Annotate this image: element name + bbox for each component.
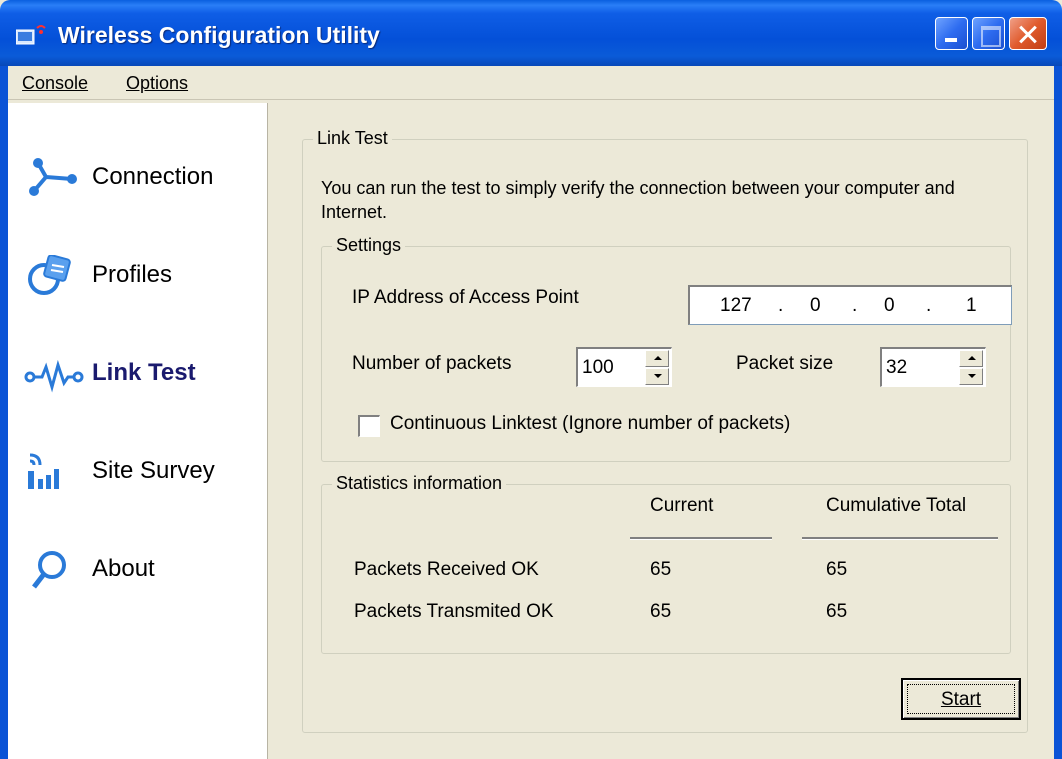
col-current-header: Current [650,495,714,516]
close-button[interactable] [1009,17,1047,50]
sidebar-item-label: Link Test [92,359,196,386]
menu-options[interactable]: Options [126,73,188,94]
start-button[interactable]: Start [901,678,1021,720]
window-title: Wireless Configuration Utility [58,22,380,48]
stats-row-current: 65 [650,601,672,622]
connection-icon [29,158,77,196]
packet-size-label: Packet size [736,353,834,374]
maximize-button[interactable] [972,17,1005,50]
col-current-rule [630,537,772,540]
packet-size-down-button[interactable] [959,368,983,385]
continuous-linktest-label[interactable]: Continuous Linktest (Ignore number of pa… [390,413,790,435]
sidebar-item-connection[interactable]: Connection [8,145,268,205]
settings-group-title: Settings [332,235,406,256]
title-bar[interactable]: Wireless Configuration Utility [0,0,1062,66]
sidebar-item-about[interactable]: About [8,537,268,597]
main-panel: Link Test You can run the test to simply… [270,103,1054,759]
menu-console[interactable]: Console [22,73,88,94]
menu-bar: Console Options [8,66,1054,100]
stats-row-total: 65 [826,559,848,580]
packets-up-button[interactable] [645,350,669,367]
ip-dot: . [926,295,932,316]
ip-address-field[interactable]: 127 . 0 . 0 . 1 [688,285,1012,325]
col-total-rule [802,537,998,540]
link-test-icon [24,359,84,393]
ip-octet-4: 1 [966,295,977,316]
menu-console-label: Console [22,73,89,93]
packet-size-stepper[interactable]: 32 [880,347,986,387]
minimize-button[interactable] [935,17,968,50]
packet-size-up-button[interactable] [959,350,983,367]
sidebar-item-label: Connection [92,163,214,190]
window-frame-left [0,66,8,759]
packet-size-value: 32 [886,357,908,378]
settings-group: Settings IP Address of Access Point 127 … [321,235,1012,462]
link-test-description: You can run the test to simply verify th… [321,178,955,222]
packets-value: 100 [582,357,614,378]
packets-spin-buttons [645,350,669,385]
sidebar-item-label: Site Survey [92,457,215,484]
menu-options-label: Options [126,73,189,93]
link-test-group-title: Link Test [313,128,392,149]
stats-row-total: 65 [826,601,848,622]
wireless-app-icon [16,25,46,45]
sidebar-item-link-test[interactable]: Link Test [8,341,268,401]
stats-row-label: Packets Transmited OK [354,601,554,622]
col-total-header: Cumulative Total [826,495,967,516]
ip-octet-2: 0 [810,295,821,316]
link-test-group: Link Test You can run the test to simply… [302,128,1028,733]
packets-label: Number of packets [352,353,512,374]
profiles-icon [28,255,71,295]
ip-dot: . [778,295,784,316]
statistics-group-title: Statistics information [332,473,507,494]
packets-stepper[interactable]: 100 [576,347,672,387]
window-frame-right [1054,66,1062,759]
ip-address-label: IP Address of Access Point [352,287,579,308]
sidebar-item-profiles[interactable]: Profiles [8,243,268,303]
start-button-label: Start [940,689,982,710]
sidebar-item-site-survey[interactable]: Site Survey [8,439,268,499]
sidebar: Connection Profiles Link Test Site Surve… [8,103,268,759]
ip-octet-3: 0 [884,295,895,316]
stats-row-label: Packets Received OK [354,559,539,580]
packet-size-spin-buttons [959,350,983,385]
statistics-group: Statistics information Current Cumulativ… [321,473,1011,654]
continuous-linktest-checkbox[interactable] [358,415,380,437]
site-survey-icon [28,453,59,489]
about-icon [32,551,66,589]
sidebar-item-label: Profiles [92,261,173,288]
packets-down-button[interactable] [645,368,669,385]
ip-dot: . [852,295,858,316]
stats-row-current: 65 [650,559,672,580]
sidebar-item-label: About [92,555,155,582]
ip-octet-1: 127 [720,295,752,316]
